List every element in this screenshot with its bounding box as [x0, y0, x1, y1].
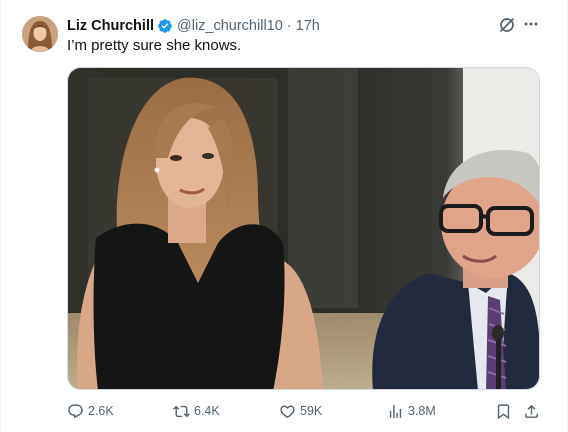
- tweet-card[interactable]: Liz Churchill @liz_churchill10 · 17h I’m…: [0, 0, 568, 432]
- views-count: 3.8M: [408, 404, 436, 418]
- share-button[interactable]: [523, 400, 544, 422]
- header-separator: ·: [286, 18, 292, 34]
- views-icon: [389, 404, 402, 418]
- like-count: 59K: [300, 404, 323, 418]
- retweet-button[interactable]: 6.4K: [173, 400, 220, 422]
- tweet-actions: 2.6K 6.4K 59K 3.8M: [67, 400, 544, 422]
- grok-icon[interactable]: [498, 16, 516, 34]
- heart-icon: [280, 404, 295, 418]
- tweet-media-photo[interactable]: [67, 67, 540, 390]
- tweet-text: I’m pretty sure she knows.: [67, 37, 242, 54]
- tweet-header: Liz Churchill @liz_churchill10 · 17h: [67, 16, 320, 36]
- verified-badge-icon: [157, 18, 173, 34]
- author-display-name[interactable]: Liz Churchill: [67, 18, 154, 34]
- reply-count: 2.6K: [88, 404, 114, 418]
- views-button[interactable]: 3.8M: [387, 400, 436, 422]
- avatar[interactable]: [22, 16, 58, 52]
- retweet-icon: [173, 405, 190, 417]
- bookmark-icon: [497, 403, 510, 419]
- avatar-image: [22, 16, 58, 52]
- bookmark-button[interactable]: [495, 400, 516, 422]
- retweet-count: 6.4K: [194, 404, 220, 418]
- like-button[interactable]: 59K: [279, 400, 322, 422]
- author-handle[interactable]: @liz_churchill10: [177, 18, 283, 34]
- reply-icon: [68, 403, 83, 418]
- reply-button[interactable]: 2.6K: [67, 400, 114, 422]
- share-icon: [525, 404, 538, 418]
- tweet-timestamp[interactable]: 17h: [296, 18, 320, 34]
- more-icon[interactable]: [522, 15, 540, 33]
